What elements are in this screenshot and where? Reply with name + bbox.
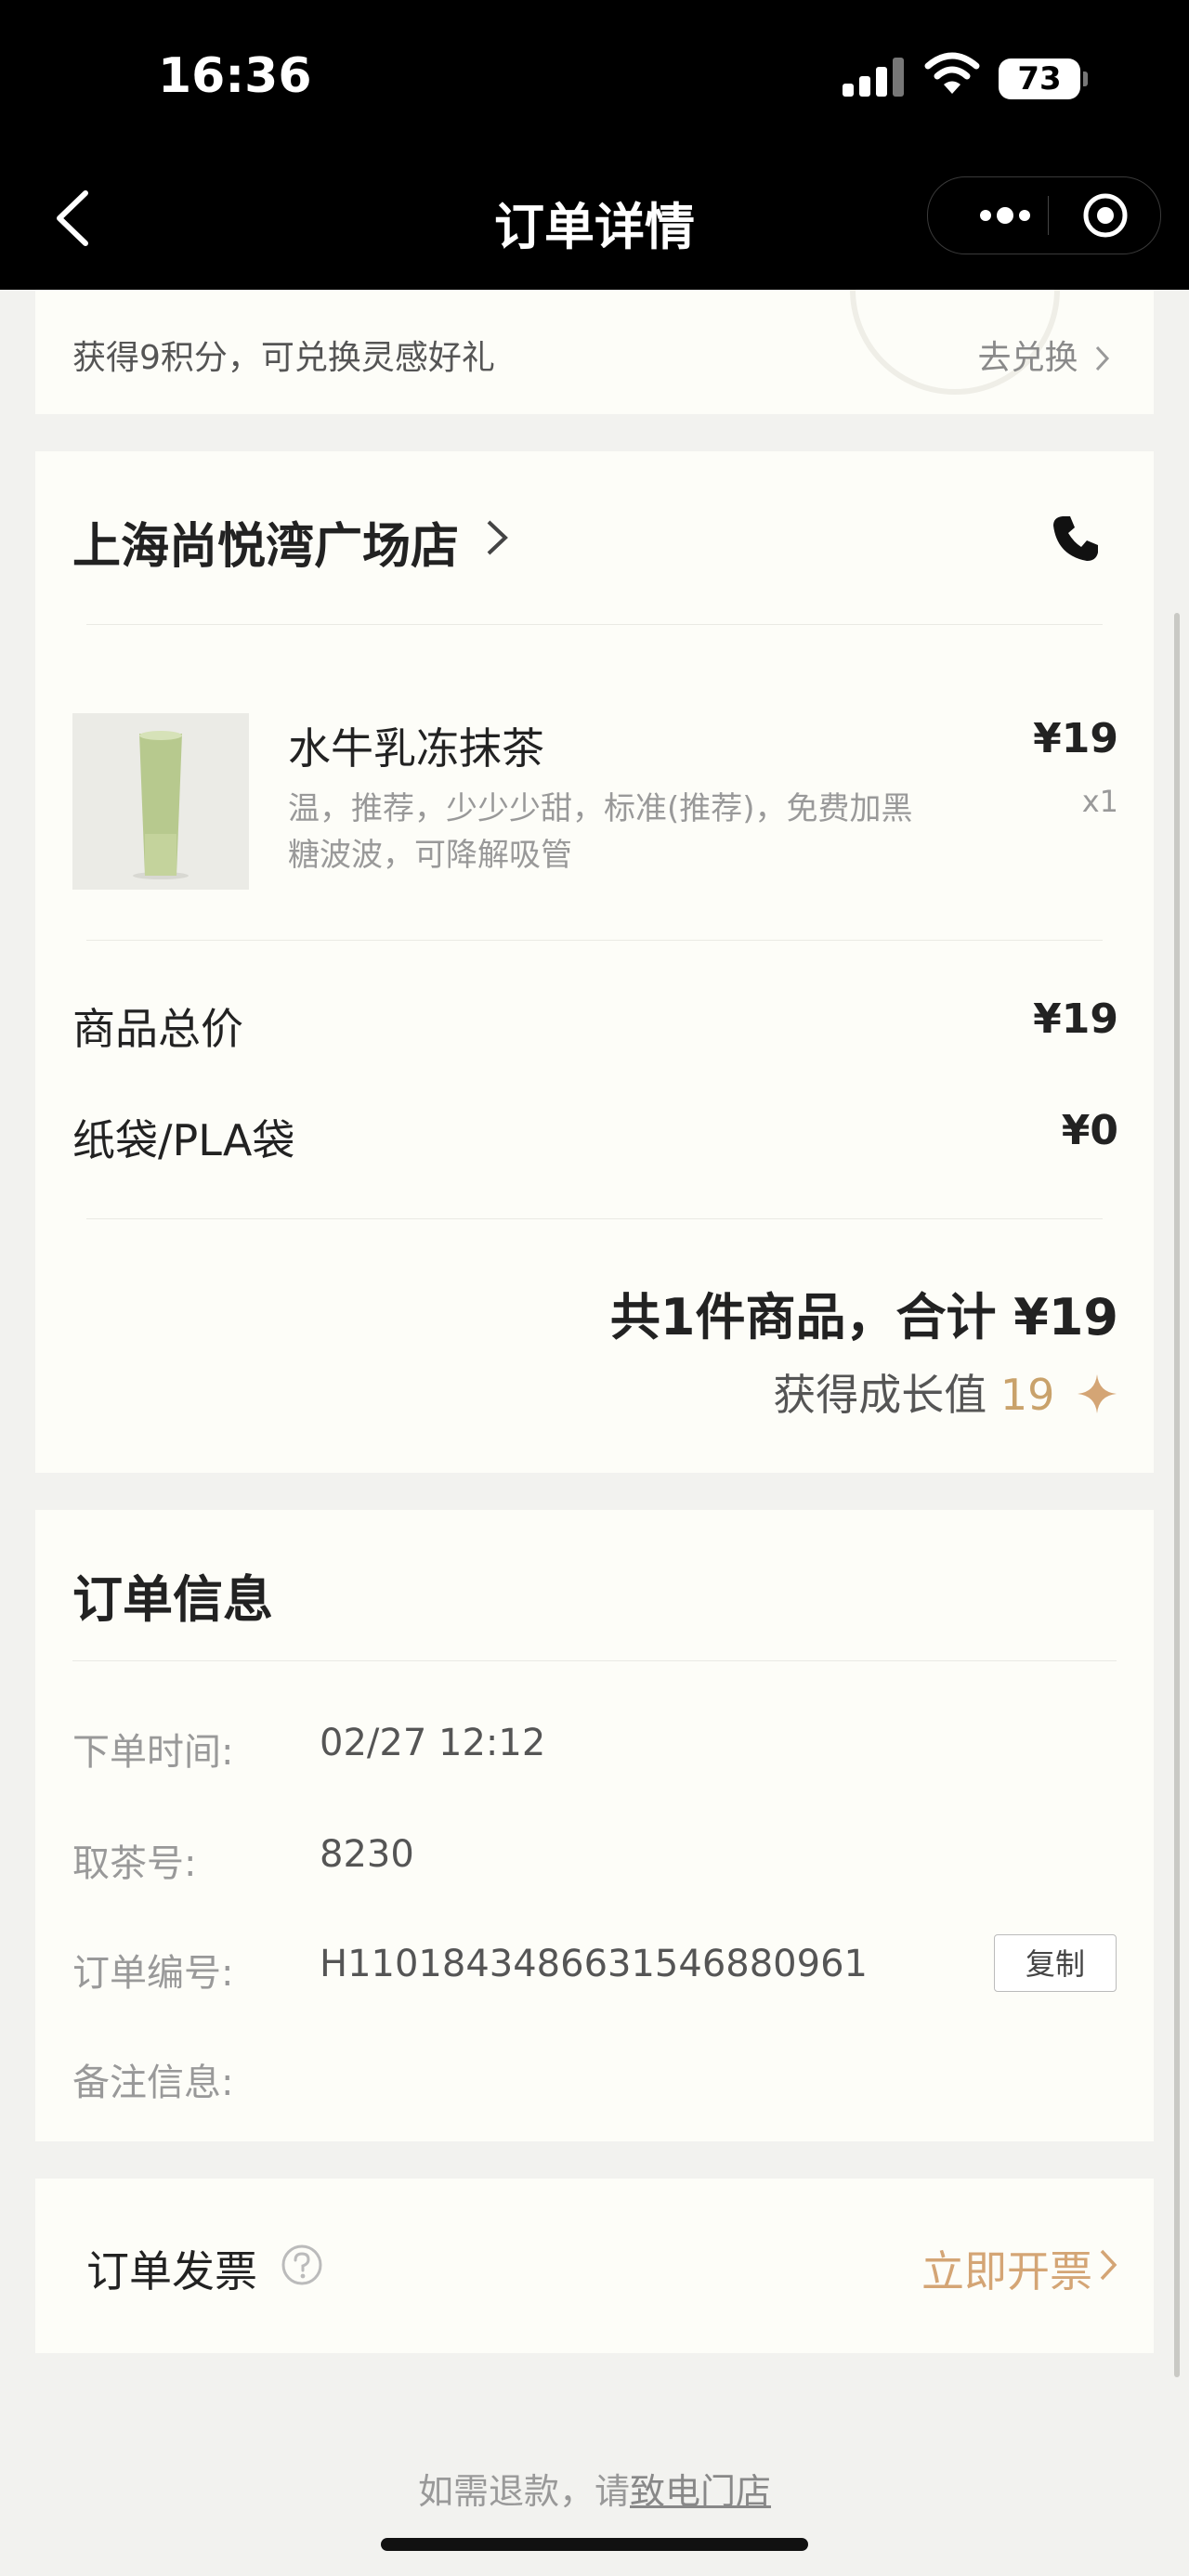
top-bar: 16:36 73 订单详情: [0, 0, 1189, 290]
home-indicator: [381, 2538, 808, 2551]
bag-value: ¥0: [1061, 1107, 1118, 1154]
order-number-label: 订单编号:: [72, 1952, 234, 1995]
order-time-value: 02/27 12:12: [320, 1722, 546, 1764]
phone-icon[interactable]: [1050, 513, 1102, 565]
order-number-value: H1101843486631546880961: [320, 1943, 868, 1985]
invoice-card[interactable]: 订单发票 立即开票: [35, 2179, 1154, 2353]
copy-button[interactable]: 复制: [994, 1934, 1117, 1992]
order-total: 共1件商品，合计 ¥19: [609, 1288, 1118, 1347]
order-info-title: 订单信息: [72, 1570, 273, 1629]
call-store-link[interactable]: 致电门店: [630, 2471, 771, 2512]
pickup-number-label: 取茶号:: [72, 1842, 197, 1885]
store-name[interactable]: 上海尚悦湾广场店: [72, 507, 459, 577]
exchange-label: 去兑换: [977, 339, 1078, 377]
growth-value-row: 获得成长值 19: [773, 1361, 1118, 1423]
divider: [86, 1218, 1103, 1219]
divider: [86, 624, 1103, 625]
chevron-right-icon: [1095, 345, 1110, 371]
divider: [86, 940, 1103, 941]
refund-hint: 如需退款，请致电门店: [0, 2463, 1189, 2514]
product-quantity: x1: [1081, 784, 1118, 819]
points-text: 获得9积分，可兑换灵感好礼: [72, 339, 495, 377]
product-image: [72, 713, 249, 890]
goods-total-label: 商品总价: [72, 1004, 243, 1054]
battery-indicator: 73: [999, 59, 1088, 99]
order-info-card: 订单信息 下单时间: 02/27 12:12 取茶号: 8230 订单编号: H…: [35, 1510, 1154, 2141]
signal-icon: [843, 54, 904, 97]
divider: [72, 1660, 1117, 1661]
remark-label: 备注信息:: [72, 2062, 234, 2104]
product-price: ¥19: [1033, 715, 1118, 762]
points-card: 获得9积分，可兑换灵感好礼 去兑换: [35, 253, 1154, 414]
goods-total-value: ¥19: [1033, 995, 1118, 1043]
mini-program-capsule: [927, 176, 1161, 254]
product-name: 水牛乳冻抹茶: [288, 723, 544, 774]
invoice-action[interactable]: 立即开票: [921, 2238, 1092, 2299]
scrollbar[interactable]: [1174, 613, 1180, 2377]
bag-label: 纸袋/PLA袋: [72, 1115, 295, 1165]
sparkle-icon: [1078, 1374, 1117, 1413]
order-time-label: 下单时间:: [72, 1731, 234, 1774]
exchange-link[interactable]: 去兑换: [978, 331, 1111, 379]
refund-prefix: 如需退款，请: [417, 2471, 630, 2512]
pickup-number-value: 8230: [320, 1833, 414, 1876]
product-options: 温，推荐，少少少甜，标准(推荐)，免费加黑糖波波，可降解吸管: [288, 790, 913, 874]
order-card: 上海尚悦湾广场店 水牛乳冻抹茶 温，推荐，少少少甜，标准(推荐)，免费加黑糖波波…: [35, 451, 1154, 1473]
more-icon[interactable]: [965, 177, 1045, 254]
chevron-right-icon[interactable]: [483, 514, 511, 561]
invoice-title: 订单发票: [86, 2246, 257, 2296]
growth-value: 19: [1000, 1370, 1055, 1420]
target-icon[interactable]: [1081, 191, 1130, 240]
status-time: 16:36: [158, 48, 312, 104]
chevron-right-icon[interactable]: [1098, 2247, 1118, 2283]
growth-label: 获得成长值: [773, 1370, 987, 1420]
wifi-icon: [924, 52, 980, 94]
capsule-divider: [1048, 196, 1049, 235]
help-icon[interactable]: [281, 2244, 323, 2286]
